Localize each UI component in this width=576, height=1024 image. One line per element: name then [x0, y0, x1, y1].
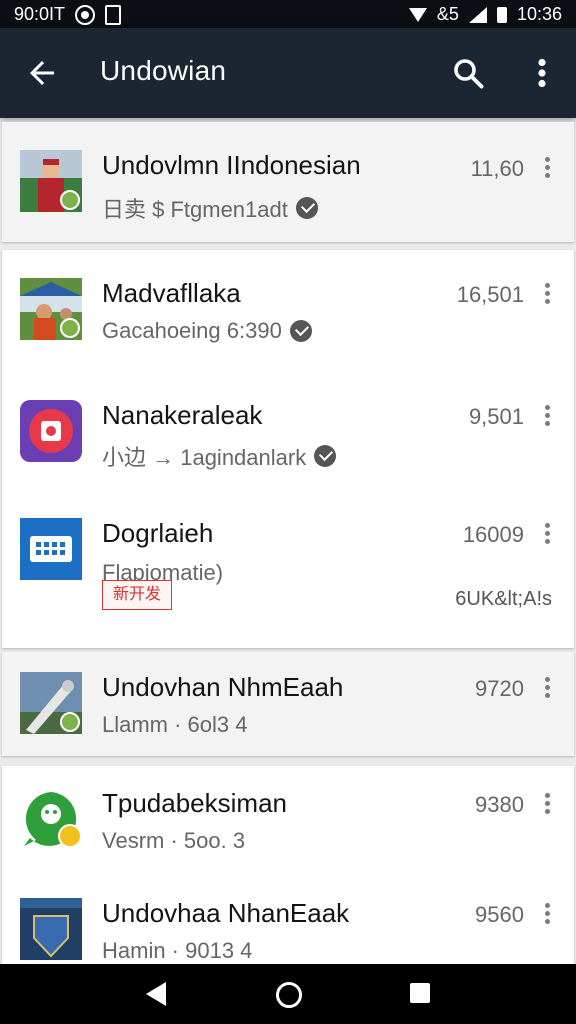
app-subtitle-text: 日卖 $ Ftgmen1adt	[102, 197, 288, 222]
signal-icon	[468, 6, 487, 23]
app-count: 9560	[475, 902, 524, 927]
status-badge	[60, 190, 80, 210]
app-count: 9720	[475, 676, 524, 701]
app-bar: Undowian	[0, 28, 576, 118]
item-more-icon[interactable]	[538, 402, 556, 428]
app-count: 9380	[475, 792, 524, 817]
app-subtitle-text: 小边 → 1agindanlark	[102, 445, 307, 470]
list-group: Madvafllaka Gacahoeing 6:390 16,501 Nana…	[2, 250, 574, 648]
app-count: 16,501	[456, 282, 524, 307]
app-count: 16009	[462, 522, 524, 547]
app-thumbnail	[20, 898, 82, 960]
item-more-icon[interactable]	[538, 674, 556, 700]
back-arrow-icon[interactable]	[24, 55, 60, 91]
list-item[interactable]: Nanakeraleak 小边 → 1agindanlark 9,501	[2, 374, 574, 493]
app-name: Undovhan NhmEaah	[102, 672, 344, 702]
nav-recents-icon[interactable]	[410, 983, 430, 1003]
app-subtitle-text: Gacahoeing 6:390	[102, 318, 282, 343]
app-subtitle-text: Hamin · 9013 4	[102, 938, 253, 963]
more-vert-icon[interactable]	[530, 55, 554, 91]
status-time: 10:36	[516, 4, 562, 24]
circle-icon	[75, 4, 96, 25]
item-more-icon[interactable]	[538, 900, 556, 926]
status-badge	[60, 318, 80, 338]
list-item[interactable]: Madvafllaka Gacahoeing 6:390 16,501	[2, 250, 574, 375]
navigation-bar	[0, 964, 576, 1024]
app-thumbnail	[20, 400, 82, 462]
nav-home-icon[interactable]	[276, 982, 302, 1008]
list-item[interactable]: Undovhaa NhanEaak Hamin · 9013 4 9560	[2, 876, 574, 964]
list-item[interactable]: Undovhan NhmEaah Llamm · 6ol3 4 9720	[2, 652, 574, 756]
thumbnail-badge-wrapper	[20, 150, 82, 212]
app-subtitle: Hamin · 9013 4	[102, 938, 252, 964]
app-name: Undovlmn IIndonesian	[102, 150, 361, 180]
app-thumbnail	[24, 792, 82, 848]
page-title: Undowian	[100, 55, 227, 86]
app-name: Nanakeraleak	[102, 400, 263, 430]
app-name: Tpudabeksiman	[102, 788, 287, 818]
app-subtitle: Gacahoeing 6:390	[102, 318, 312, 344]
status-left: 90:0IT	[14, 4, 122, 25]
app-list: Undovlmn IIndonesian 日卖 $ Ftgmen1adt 11,…	[0, 118, 576, 964]
search-icon[interactable]	[450, 55, 486, 91]
verified-icon	[295, 197, 318, 219]
item-more-icon[interactable]	[538, 280, 556, 306]
app-subtitle: 日卖 $ Ftgmen1adt	[102, 192, 318, 224]
app-size: 6UK&lt;A!s	[455, 588, 552, 610]
status-badge: 新开发	[102, 580, 172, 610]
status-bar: 90:0IT &5 10:36	[0, 0, 576, 28]
thumbnail-badge-wrapper	[20, 278, 82, 340]
list-item[interactable]: Dogrlaieh Flapiomatie) 新开发 16009 6UK&lt;…	[2, 492, 574, 648]
lock-icon	[105, 4, 122, 25]
item-more-icon[interactable]	[538, 520, 556, 546]
app-count: 9,501	[468, 404, 524, 429]
app-count: 11,60	[470, 156, 524, 181]
app-subtitle: 小边 → 1agindanlark	[102, 440, 337, 472]
status-badge	[60, 712, 80, 732]
list-item[interactable]: Tpudabeksiman Vesrm · 5oo. 3 9380	[2, 766, 574, 877]
app-subtitle: Vesrm · 5oo. 3	[102, 828, 245, 854]
list-group: Tpudabeksiman Vesrm · 5oo. 3 9380 Undovh…	[2, 766, 574, 964]
status-left-text: 90:0IT	[14, 4, 66, 24]
app-name: Dogrlaieh	[102, 518, 214, 548]
verified-icon	[289, 320, 312, 342]
list-item[interactable]: Undovlmn IIndonesian 日卖 $ Ftgmen1adt 11,…	[2, 122, 574, 242]
app-name: Madvafllaka	[102, 278, 241, 308]
app-name: Undovhaa NhanEaak	[102, 898, 350, 928]
nav-back-icon[interactable]	[146, 982, 166, 1006]
status-carrier: &5	[436, 4, 459, 24]
item-more-icon[interactable]	[538, 154, 556, 180]
verified-icon	[314, 445, 337, 467]
thumbnail-badge-wrapper	[20, 672, 82, 734]
app-thumbnail	[20, 518, 82, 580]
wifi-icon	[408, 7, 427, 22]
item-more-icon[interactable]	[538, 790, 556, 816]
app-subtitle-text: Llamm · 6ol3 4	[102, 712, 248, 737]
status-right: &5 10:36	[408, 4, 562, 25]
app-subtitle: Llamm · 6ol3 4	[102, 712, 248, 738]
app-subtitle-text: Vesrm · 5oo. 3	[102, 828, 246, 853]
battery-icon	[496, 6, 507, 23]
